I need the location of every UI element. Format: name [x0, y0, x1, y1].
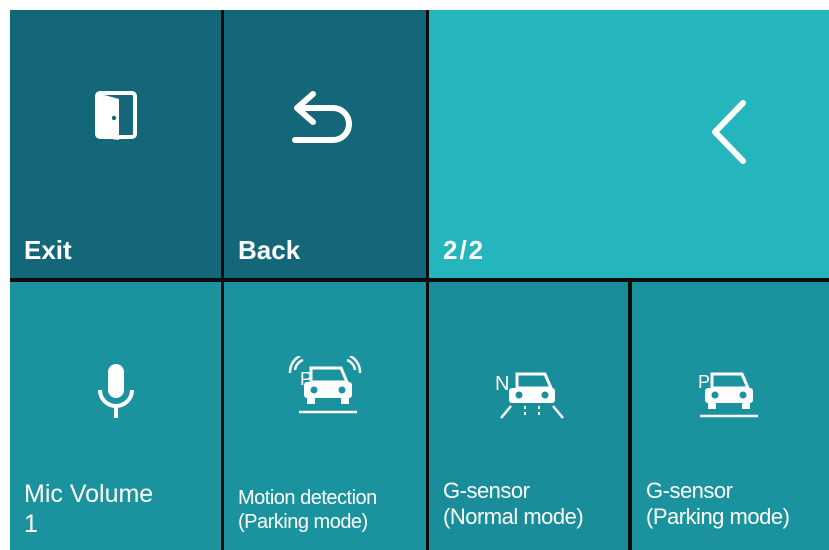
motion-detection-button[interactable]: P Motion detection (Parking mode) [224, 282, 426, 550]
exit-button[interactable]: Exit [10, 10, 221, 278]
back-label: Back [238, 235, 301, 265]
g-sensor-normal-button[interactable]: N G-sensor (Normal mode) [429, 282, 628, 550]
svg-text:N: N [495, 373, 509, 395]
mic-volume-value: 1 [24, 509, 38, 538]
back-button[interactable]: Back [224, 10, 426, 278]
g-sensor-normal-icon: N [429, 368, 628, 420]
motion-detection-subtitle: (Parking mode) [238, 510, 368, 533]
g-sensor-parking-button[interactable]: P G-sensor (Parking mode) [632, 282, 829, 550]
motion-detection-parking-icon: P [224, 356, 426, 418]
mic-volume-title: Mic Volume [24, 480, 154, 508]
g-sensor-parking-title: G-sensor [646, 478, 733, 503]
motion-detection-title: Motion detection [238, 487, 377, 509]
g-sensor-parking-icon: P [632, 368, 829, 420]
settings-screen: Exit Back 2/2 Mic Volume 1 P Motion dete… [10, 10, 829, 550]
previous-page-button[interactable]: 2/2 [429, 10, 829, 278]
exit-door-icon [10, 90, 221, 140]
g-sensor-normal-subtitle: (Normal mode) [443, 503, 584, 529]
g-sensor-normal-title: G-sensor [443, 478, 530, 503]
back-arrow-icon [224, 88, 426, 148]
chevron-left-icon [712, 100, 746, 164]
page-indicator: 2/2 [443, 235, 486, 265]
mic-volume-button[interactable]: Mic Volume 1 [10, 282, 221, 550]
exit-label: Exit [24, 235, 72, 265]
microphone-icon [10, 362, 221, 422]
g-sensor-parking-subtitle: (Parking mode) [646, 503, 790, 529]
